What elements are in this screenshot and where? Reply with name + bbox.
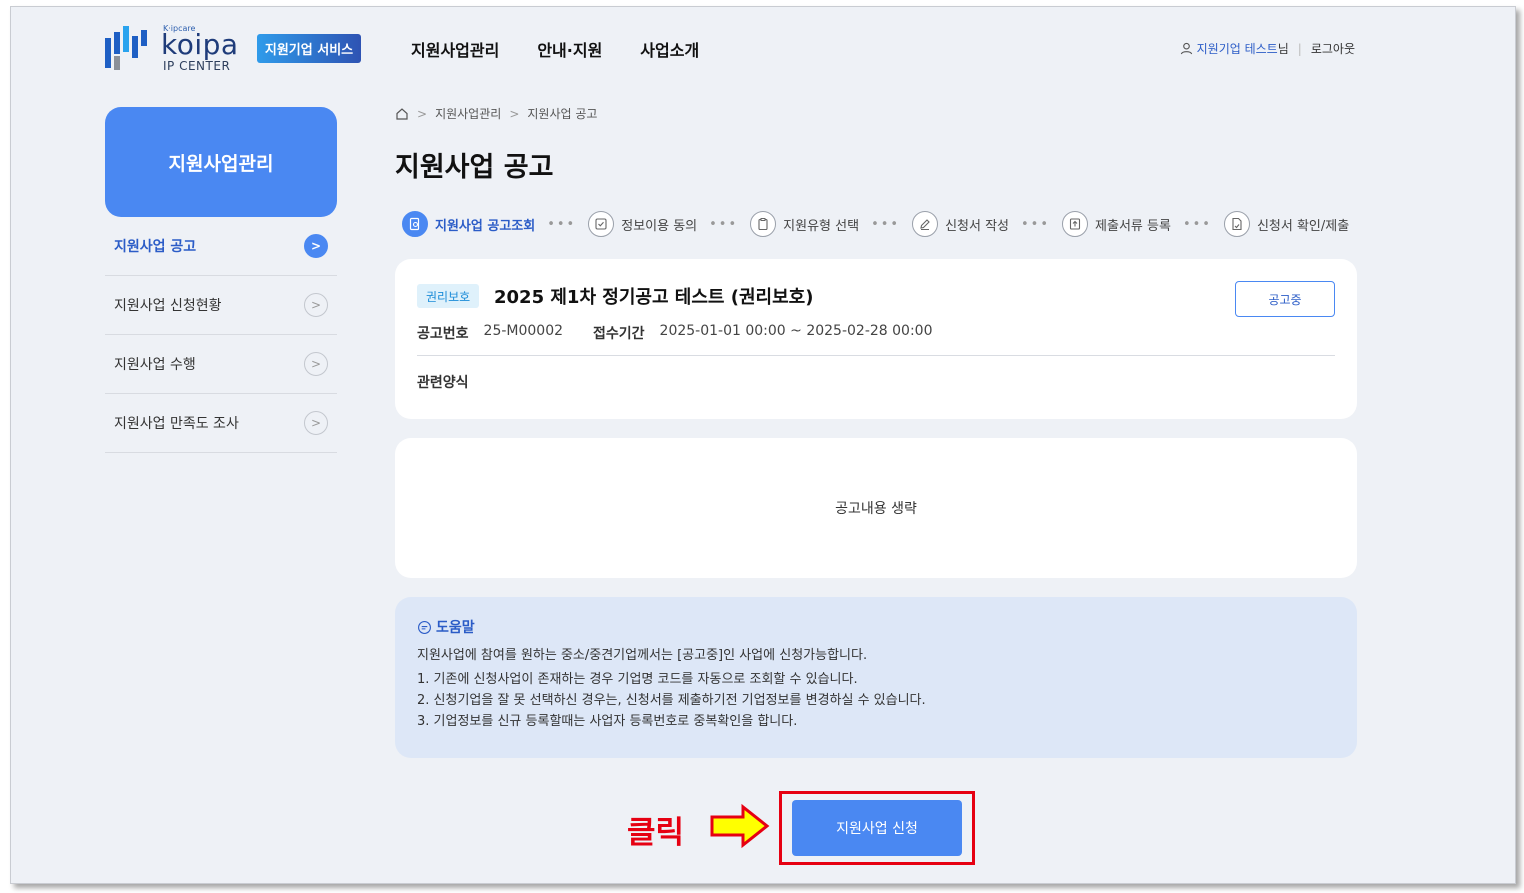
notice-number: 25-M00002	[483, 323, 564, 339]
step-type-select: 지원유형 선택	[750, 211, 859, 237]
content-placeholder: 공고내용 생략	[835, 501, 917, 517]
chevron-right-icon: >	[304, 293, 328, 317]
period-value: 2025-01-01 00:00 ~ 2025-02-28 00:00	[659, 323, 933, 339]
pencil-icon	[912, 211, 939, 237]
sidebar-item-application-status[interactable]: 지원사업 신청현황 >	[105, 276, 337, 335]
page-title: 지원사업 공고	[395, 152, 554, 183]
help-title-text: 도움말	[436, 620, 475, 636]
sidebar-item-satisfaction-survey[interactable]: 지원사업 만족도 조사 >	[105, 394, 337, 453]
step-documents-upload: 제출서류 등록	[1062, 211, 1171, 237]
highlight-box: 지원사업 신청	[779, 791, 975, 865]
notice-title: 2025 제1차 정기공고 테스트 (권리보호)	[494, 287, 814, 308]
notice-summary-card: 권리보호 2025 제1차 정기공고 테스트 (권리보호) 공고중 공고번호 2…	[395, 259, 1357, 419]
browser-frame: K·ipcare koipa IP CENTER 지원기업 서비스 지원사업관리…	[10, 6, 1516, 884]
logo-bars-icon	[105, 26, 147, 70]
help-intro: 지원사업에 참여를 원하는 중소/중견기업께서는 [공고중]인 사업에 신청가능…	[417, 648, 868, 663]
step-connector: •••	[1182, 216, 1212, 232]
step-label: 정보이용 동의	[621, 218, 698, 234]
click-annotation-label: 클릭	[627, 815, 685, 851]
step-connector: •••	[1021, 216, 1051, 232]
sidebar-item-notice[interactable]: 지원사업 공고 >	[105, 217, 337, 276]
help-item: 1. 기존에 신청사업이 존재하는 경우 기업명 코드를 자동으로 조회할 수 …	[417, 672, 858, 687]
status-button[interactable]: 공고중	[1235, 281, 1335, 317]
period-label: 접수기간	[593, 326, 645, 342]
arrow-right-icon	[710, 803, 770, 849]
step-confirm-submit: 신청서 확인/제출	[1223, 211, 1350, 237]
step-info-consent: 정보이용 동의	[588, 211, 697, 237]
step-label: 신청서 작성	[945, 218, 1010, 234]
chevron-right-icon: >	[304, 352, 328, 376]
nav-business-intro[interactable]: 사업소개	[640, 37, 699, 61]
help-item: 2. 신청기업을 잘 못 선택하신 경우는, 신청서를 제출하기전 기업정보를 …	[417, 693, 926, 708]
nav-guide-support[interactable]: 안내·지원	[537, 37, 602, 61]
step-connector: •••	[709, 216, 739, 232]
notice-meta: 공고번호 25-M00002 접수기간 2025-01-01 00:00 ~ 2…	[417, 323, 963, 343]
apply-button[interactable]: 지원사업 신청	[792, 800, 962, 856]
logout-link[interactable]: 로그아웃	[1311, 40, 1355, 57]
step-connector: •••	[871, 216, 901, 232]
check-box-icon	[588, 211, 615, 237]
nav-support-management[interactable]: 지원사업관리	[411, 37, 499, 61]
logo-main-text: koipa	[161, 28, 239, 61]
logo-sub-text: IP CENTER	[163, 59, 231, 73]
breadcrumb-item[interactable]: 지원사업관리	[435, 105, 501, 122]
sidebar-item-label: 지원사업 수행	[114, 357, 196, 373]
step-notice-view: 지원사업 공고조회	[402, 211, 535, 237]
sidebar-item-execution[interactable]: 지원사업 수행 >	[105, 335, 337, 394]
user-name[interactable]: 지원기업 테스트	[1197, 40, 1278, 57]
util-separator: |	[1297, 41, 1302, 56]
step-form-write: 신청서 작성	[912, 211, 1009, 237]
application-steps: 지원사업 공고조회 ••• 정보이용 동의 ••• 지원유형 선택 ••• 신청…	[402, 211, 1349, 237]
category-badge: 권리보호	[417, 284, 480, 308]
help-item: 3. 기업정보를 신규 등록할때는 사업자 등록번호로 중복확인을 합니다.	[417, 714, 798, 729]
breadcrumb-current: 지원사업 공고	[527, 107, 598, 121]
breadcrumb-separator: >	[417, 106, 428, 121]
notice-content-card: 공고내용 생략	[395, 438, 1357, 578]
step-label: 지원사업 공고조회	[435, 218, 536, 234]
clipboard-icon	[750, 211, 777, 237]
doc-check-icon	[1223, 211, 1250, 237]
breadcrumb-separator: >	[509, 106, 520, 121]
sidebar-item-label: 지원사업 만족도 조사	[114, 416, 239, 432]
chevron-right-icon: >	[304, 411, 328, 435]
notice-number-label: 공고번호	[417, 326, 469, 342]
header: K·ipcare koipa IP CENTER 지원기업 서비스 지원사업관리…	[11, 7, 1515, 87]
step-connector: •••	[547, 216, 577, 232]
global-nav: 지원사업관리 안내·지원 사업소개	[411, 37, 699, 61]
home-icon[interactable]	[395, 107, 409, 121]
chat-bubble-icon	[418, 620, 431, 634]
related-forms-label: 관련양식	[417, 375, 469, 391]
help-box: 도움말 지원사업에 참여를 원하는 중소/중견기업께서는 [공고중]인 사업에 …	[395, 597, 1357, 758]
card-divider	[417, 355, 1335, 356]
sidebar-item-label: 지원사업 공고	[114, 239, 197, 255]
koipa-logo[interactable]: K·ipcare koipa IP CENTER	[105, 24, 255, 73]
service-badge[interactable]: 지원기업 서비스	[257, 34, 361, 63]
step-label: 신청서 확인/제출	[1256, 218, 1350, 234]
sidebar-title: 지원사업관리	[105, 107, 337, 217]
step-label: 지원유형 선택	[783, 218, 860, 234]
help-title: 도움말	[417, 617, 1335, 637]
chevron-right-icon: >	[304, 234, 328, 258]
sidebar-item-label: 지원사업 신청현황	[114, 298, 222, 314]
user-icon	[1180, 42, 1192, 55]
user-name-suffix: 님	[1277, 42, 1289, 56]
breadcrumb: > 지원사업관리 > 지원사업 공고	[395, 105, 597, 122]
sidebar-menu: 지원사업 공고 > 지원사업 신청현황 > 지원사업 수행 > 지원사업 만족도…	[105, 217, 337, 453]
search-doc-icon	[402, 211, 428, 237]
step-label: 제출서류 등록	[1095, 218, 1171, 234]
upload-icon	[1062, 211, 1089, 237]
user-utility: 지원기업 테스트 님 | 로그아웃	[1180, 40, 1355, 57]
